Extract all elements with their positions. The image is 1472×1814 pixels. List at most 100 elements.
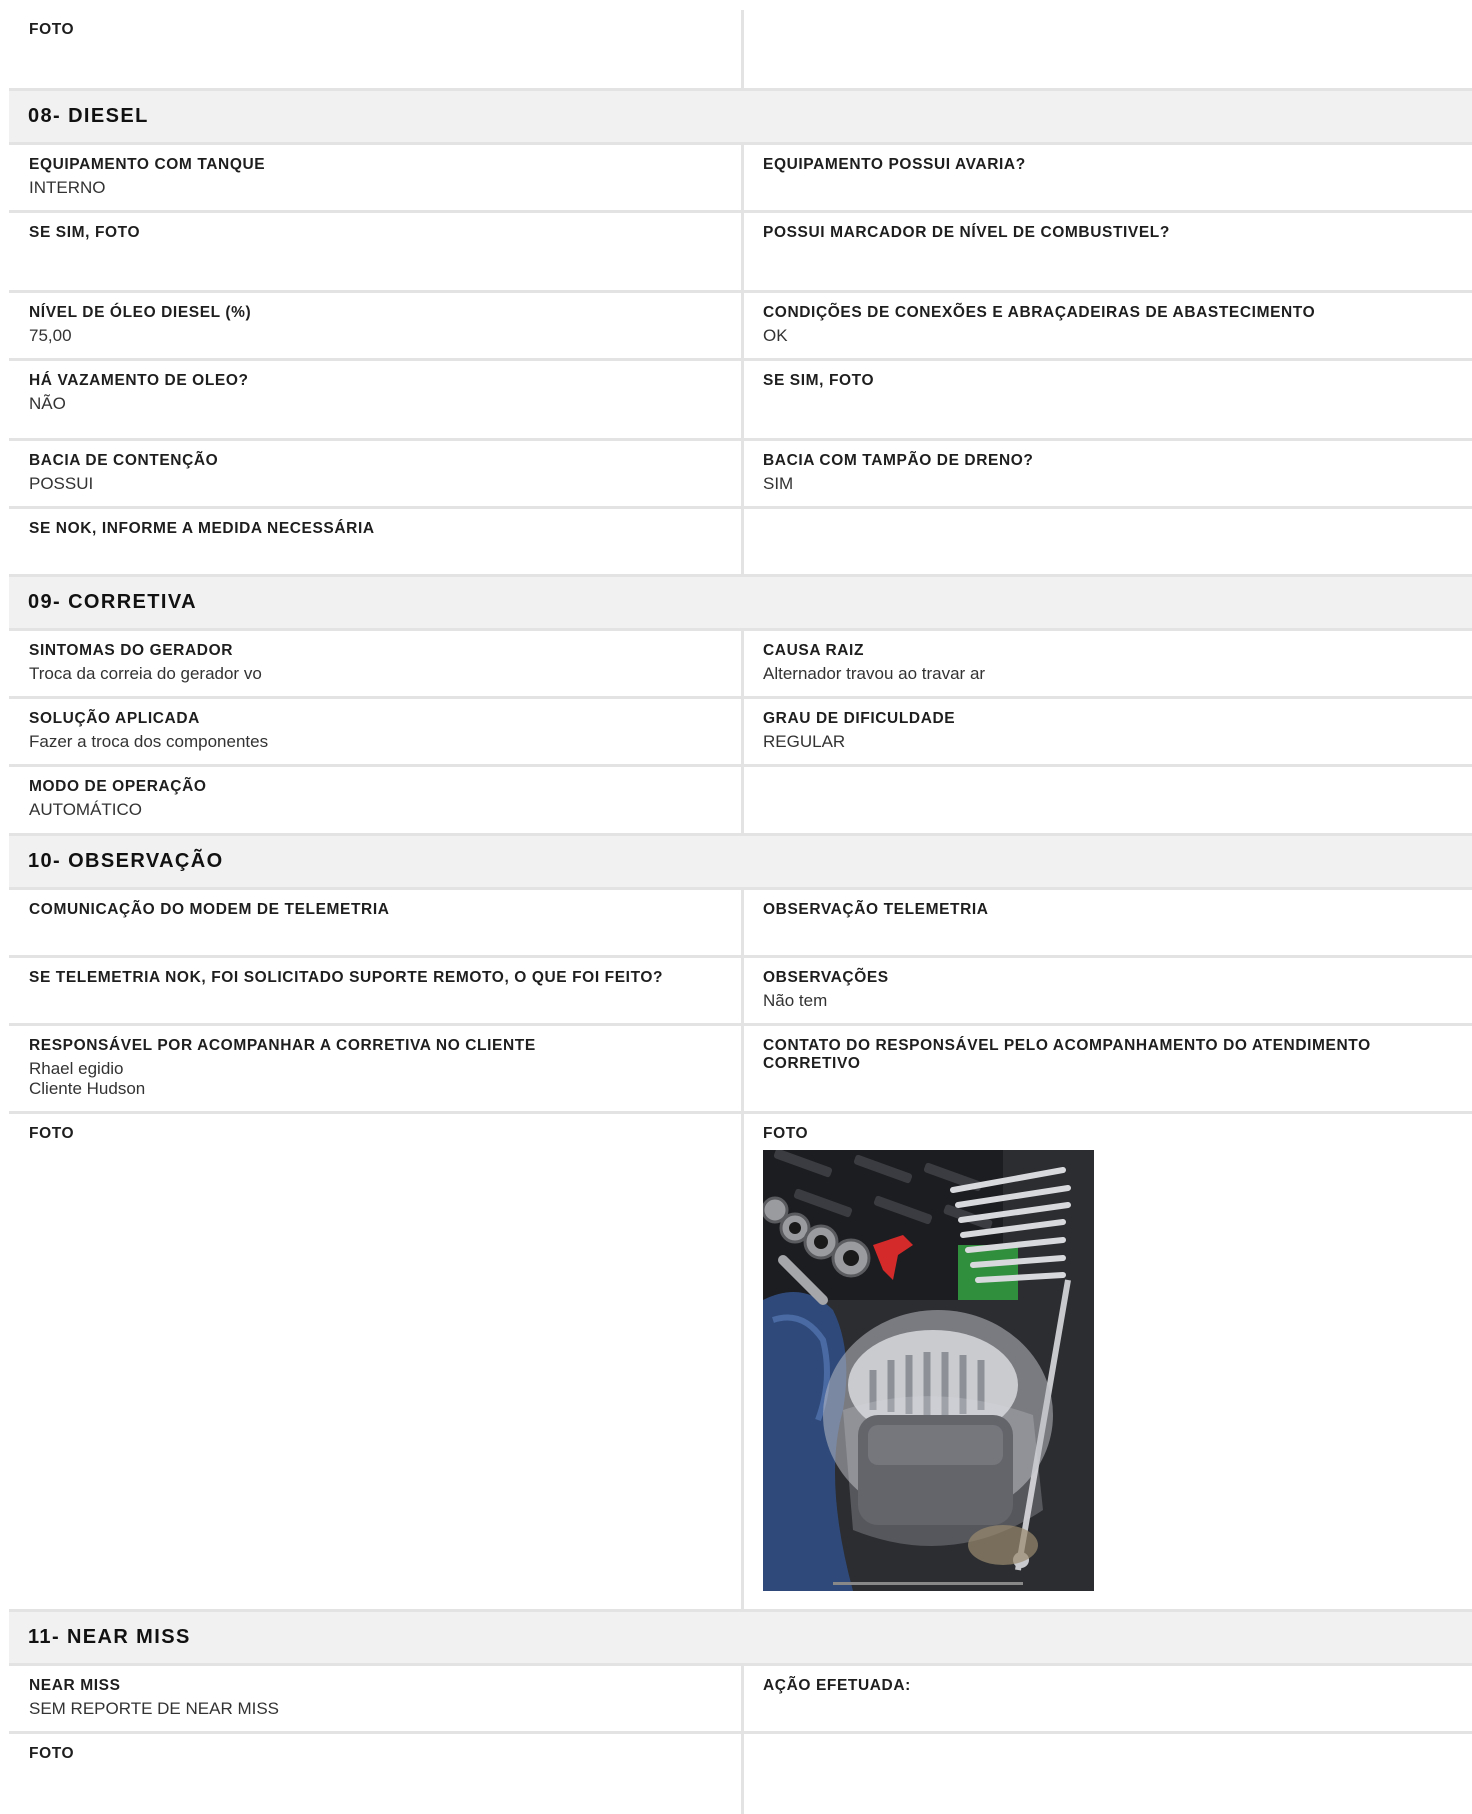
field-label: OBSERVAÇÃO TELEMETRIA	[763, 901, 1453, 919]
field-label: CAUSA RAIZ	[763, 642, 1453, 660]
field-grau: GRAU DE DIFICULDADE REGULAR	[744, 699, 1472, 764]
field-label: SE TELEMETRIA NOK, FOI SOLICITADO SUPORT…	[29, 969, 722, 987]
section-header-corretiva: 09- CORRETIVA	[9, 577, 1472, 631]
field-bacia: BACIA DE CONTENÇÃO POSSUI	[9, 441, 744, 506]
field-value: Rhael egidio Cliente Hudson	[29, 1059, 722, 1099]
field-avaria: EQUIPAMENTO POSSUI AVARIA?	[744, 145, 1472, 210]
row-diesel-4: HÁ VAZAMENTO DE OLEO? NÃO SE SIM, FOTO	[9, 361, 1472, 441]
field-nearmiss: NEAR MISS SEM REPORTE DE NEAR MISS	[9, 1666, 744, 1731]
row-foto-top: FOTO	[9, 10, 1472, 91]
section-title: 09- CORRETIVA	[28, 591, 197, 614]
field-nivel-diesel: NÍVEL DE ÓLEO DIESEL (%) 75,00	[9, 293, 744, 358]
row-observacao-3: RESPONSÁVEL POR ACOMPANHAR A CORRETIVA N…	[9, 1026, 1472, 1114]
field-value: REGULAR	[763, 732, 1453, 752]
row-observacao-1: COMUNICAÇÃO DO MODEM DE TELEMETRIA OBSER…	[9, 890, 1472, 958]
field-value: OK	[763, 326, 1453, 346]
field-label: SE SIM, FOTO	[763, 372, 1453, 390]
field-causa: CAUSA RAIZ Alternador travou ao travar a…	[744, 631, 1472, 696]
field-label: CONTATO DO RESPONSÁVEL PELO ACOMPANHAMEN…	[763, 1037, 1453, 1073]
field-value: AUTOMÁTICO	[29, 800, 722, 820]
section-header-nearmiss: 11- NEAR MISS	[9, 1612, 1472, 1666]
field-label: GRAU DE DIFICULDADE	[763, 710, 1453, 728]
row-nearmiss-1: NEAR MISS SEM REPORTE DE NEAR MISS AÇÃO …	[9, 1666, 1472, 1734]
row-corretiva-3: MODO DE OPERAÇÃO AUTOMÁTICO	[9, 767, 1472, 836]
field-label: EQUIPAMENTO POSSUI AVARIA?	[763, 156, 1453, 174]
field-value: Não tem	[763, 991, 1453, 1011]
field-label: CONDIÇÕES DE CONEXÕES E ABRAÇADEIRAS DE …	[763, 304, 1453, 322]
field-value: POSSUI	[29, 474, 722, 494]
field-equipamento-tanque: EQUIPAMENTO COM TANQUE INTERNO	[9, 145, 744, 210]
cell-empty	[744, 1734, 1472, 1814]
field-label: NÍVEL DE ÓLEO DIESEL (%)	[29, 304, 722, 322]
left-border	[0, 0, 9, 1810]
row-diesel-6: SE NOK, INFORME A MEDIDA NECESSÁRIA	[9, 509, 1472, 577]
field-label: SE NOK, INFORME A MEDIDA NECESSÁRIA	[29, 520, 722, 538]
field-label: COMUNICAÇÃO DO MODEM DE TELEMETRIA	[29, 901, 722, 919]
field-label: RESPONSÁVEL POR ACOMPANHAR A CORRETIVA N…	[29, 1037, 722, 1055]
field-label: FOTO	[29, 1745, 722, 1763]
cell-foto-top: FOTO	[9, 10, 744, 88]
field-solucao: SOLUÇÃO APLICADA Fazer a troca dos compo…	[9, 699, 744, 764]
section-title: 11- NEAR MISS	[28, 1626, 191, 1649]
field-foto-right: FOTO	[744, 1114, 1472, 1609]
cell-empty	[744, 509, 1472, 574]
field-label: EQUIPAMENTO COM TANQUE	[29, 156, 722, 174]
row-nearmiss-2: FOTO	[9, 1734, 1472, 1814]
section-header-observacao: 10- OBSERVAÇÃO	[9, 836, 1472, 890]
section-title: 08- DIESEL	[28, 105, 149, 128]
field-sesim-foto: SE SIM, FOTO	[9, 213, 744, 290]
row-diesel-5: BACIA DE CONTENÇÃO POSSUI BACIA COM TAMP…	[9, 441, 1472, 509]
field-contato: CONTATO DO RESPONSÁVEL PELO ACOMPANHAMEN…	[744, 1026, 1472, 1111]
foto-label: FOTO	[29, 21, 722, 39]
row-observacao-fotos: FOTO FOTO	[9, 1114, 1472, 1612]
field-marcador: POSSUI MARCADOR DE NÍVEL DE COMBUSTIVEL?	[744, 213, 1472, 290]
field-value: Alternador travou ao travar ar	[763, 664, 1453, 684]
field-modem: COMUNICAÇÃO DO MODEM DE TELEMETRIA	[9, 890, 744, 955]
row-observacao-2: SE TELEMETRIA NOK, FOI SOLICITADO SUPORT…	[9, 958, 1472, 1026]
field-value: SIM	[763, 474, 1453, 494]
field-label: FOTO	[763, 1125, 1453, 1143]
report-sheet: FOTO 08- DIESEL EQUIPAMENTO COM TANQUE I…	[9, 10, 1472, 1814]
field-value: Fazer a troca dos componentes	[29, 732, 722, 752]
field-foto-left: FOTO	[9, 1114, 744, 1609]
field-conexoes: CONDIÇÕES DE CONEXÕES E ABRAÇADEIRAS DE …	[744, 293, 1472, 358]
field-label: MODO DE OPERAÇÃO	[29, 778, 722, 796]
field-value: Troca da correia do gerador vo	[29, 664, 722, 684]
field-modo: MODO DE OPERAÇÃO AUTOMÁTICO	[9, 767, 744, 833]
field-suporte: SE TELEMETRIA NOK, FOI SOLICITADO SUPORT…	[9, 958, 744, 1023]
field-responsavel: RESPONSÁVEL POR ACOMPANHAR A CORRETIVA N…	[9, 1026, 744, 1111]
field-tampao: BACIA COM TAMPÃO DE DRENO? SIM	[744, 441, 1472, 506]
section-title: 10- OBSERVAÇÃO	[28, 850, 224, 873]
field-vazamento: HÁ VAZAMENTO DE OLEO? NÃO	[9, 361, 744, 438]
field-acao: AÇÃO EFETUADA:	[744, 1666, 1472, 1731]
field-sintomas: SINTOMAS DO GERADOR Troca da correia do …	[9, 631, 744, 696]
field-value: SEM REPORTE DE NEAR MISS	[29, 1699, 722, 1719]
section-header-diesel: 08- DIESEL	[9, 91, 1472, 145]
row-corretiva-2: SOLUÇÃO APLICADA Fazer a troca dos compo…	[9, 699, 1472, 767]
field-label: SE SIM, FOTO	[29, 224, 722, 242]
field-label: BACIA DE CONTENÇÃO	[29, 452, 722, 470]
alternator-photo[interactable]	[763, 1150, 1094, 1591]
field-label: SINTOMAS DO GERADOR	[29, 642, 722, 660]
field-nearmiss-foto: FOTO	[9, 1734, 744, 1814]
field-label: SOLUÇÃO APLICADA	[29, 710, 722, 728]
field-label: HÁ VAZAMENTO DE OLEO?	[29, 372, 722, 390]
row-diesel-2: SE SIM, FOTO POSSUI MARCADOR DE NÍVEL DE…	[9, 213, 1472, 293]
cell-empty	[744, 767, 1472, 833]
field-medida: SE NOK, INFORME A MEDIDA NECESSÁRIA	[9, 509, 744, 574]
field-label: FOTO	[29, 1125, 722, 1143]
field-label: POSSUI MARCADOR DE NÍVEL DE COMBUSTIVEL?	[763, 224, 1453, 242]
field-label: BACIA COM TAMPÃO DE DRENO?	[763, 452, 1453, 470]
field-value: INTERNO	[29, 178, 722, 198]
field-label: OBSERVAÇÕES	[763, 969, 1453, 987]
field-label: NEAR MISS	[29, 1677, 722, 1695]
cell-empty	[744, 10, 1472, 88]
row-diesel-1: EQUIPAMENTO COM TANQUE INTERNO EQUIPAMEN…	[9, 145, 1472, 213]
field-sesim-foto-2: SE SIM, FOTO	[744, 361, 1472, 438]
field-label: AÇÃO EFETUADA:	[763, 1677, 1453, 1695]
row-corretiva-1: SINTOMAS DO GERADOR Troca da correia do …	[9, 631, 1472, 699]
field-obs-telemetria: OBSERVAÇÃO TELEMETRIA	[744, 890, 1472, 955]
field-value: NÃO	[29, 394, 722, 414]
field-value: 75,00	[29, 326, 722, 346]
field-observacoes: OBSERVAÇÕES Não tem	[744, 958, 1472, 1023]
